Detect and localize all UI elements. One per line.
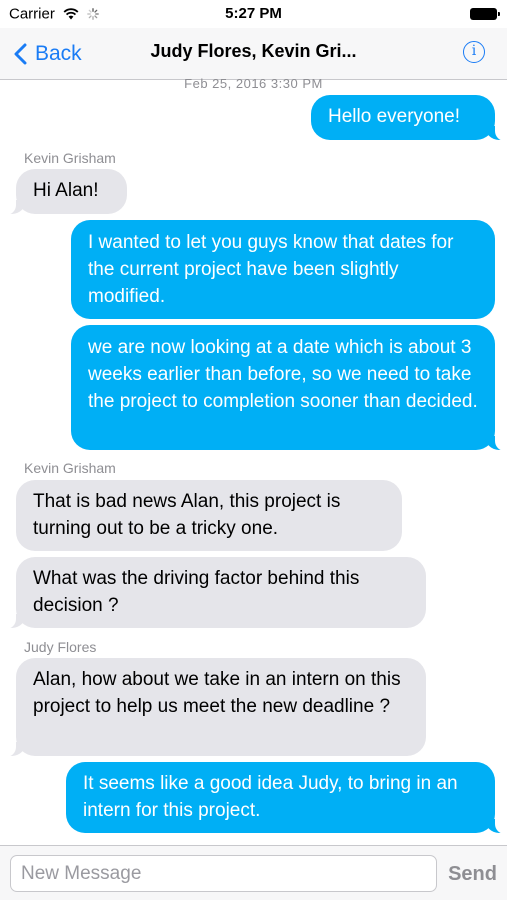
- sender-name: Judy Flores: [24, 639, 97, 655]
- sender-name: Kevin Grisham: [24, 150, 116, 166]
- message-bubble-incoming[interactable]: What was the driving factor behind this …: [4, 557, 426, 629]
- message-composer: Send: [0, 845, 507, 900]
- message-text: Hello everyone!: [328, 106, 461, 127]
- message-bubble-outgoing[interactable]: It seems like a good idea Judy, to bring…: [66, 762, 507, 834]
- message-text: What was the driving factor behind this …: [33, 568, 360, 616]
- new-message-input[interactable]: [10, 855, 437, 892]
- conversation-timestamp: Feb 25, 2016 3:30 PM: [184, 76, 323, 91]
- message-text: It seems like a good idea Judy, to bring…: [83, 773, 458, 821]
- navigation-bar: Back Judy Flores, Kevin Gri... i: [0, 28, 507, 80]
- message-text: Alan, how about we take in an intern on …: [33, 669, 401, 717]
- info-icon[interactable]: i: [463, 41, 485, 63]
- message-bubble-incoming[interactable]: That is bad news Alan, this project is t…: [16, 480, 402, 551]
- message-bubble-incoming[interactable]: Hi Alan!: [4, 169, 127, 215]
- clock: 5:27 PM: [225, 5, 282, 22]
- message-bubble-outgoing[interactable]: we are now looking at a date which is ab…: [71, 325, 507, 451]
- status-bar: Carrier 5:27 PM: [0, 0, 507, 28]
- message-text: I wanted to let you guys know that dates…: [88, 232, 454, 307]
- message-text: we are now looking at a date which is ab…: [88, 337, 478, 412]
- send-button[interactable]: Send: [448, 863, 497, 886]
- battery-icon: [470, 8, 500, 20]
- sender-name: Kevin Grisham: [24, 460, 116, 476]
- message-bubble-outgoing[interactable]: Hello everyone!: [311, 95, 507, 141]
- message-text: That is bad news Alan, this project is t…: [33, 491, 341, 539]
- message-bubble-outgoing[interactable]: I wanted to let you guys know that dates…: [71, 220, 495, 319]
- conversation-title: Judy Flores, Kevin Gri...: [150, 41, 357, 61]
- message-text: Hi Alan!: [33, 180, 99, 201]
- message-bubble-incoming[interactable]: Alan, how about we take in an intern on …: [4, 658, 426, 757]
